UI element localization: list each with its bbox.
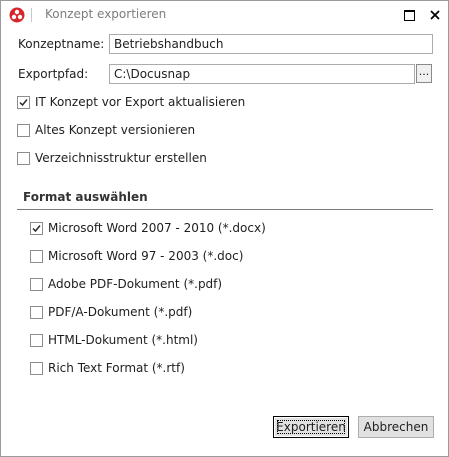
format-section-title: Format auswählen	[23, 190, 148, 204]
checkbox-label: IT Konzept vor Export aktualisieren	[35, 95, 246, 109]
checkbox-label: Microsoft Word 97 - 2003 (*.doc)	[48, 249, 244, 263]
checkbox-label: Adobe PDF-Dokument (*.pdf)	[48, 277, 223, 291]
format-doc[interactable]: Microsoft Word 97 - 2003 (*.doc)	[30, 248, 243, 264]
cancel-button-label: Abbrechen	[363, 420, 429, 434]
format-pdf[interactable]: Adobe PDF-Dokument (*.pdf)	[30, 276, 222, 292]
checkbox[interactable]	[17, 95, 30, 109]
option-directory-structure[interactable]: Verzeichnisstruktur erstellen	[17, 150, 207, 166]
concept-name-label: Konzeptname:	[18, 37, 105, 51]
checkmark-icon	[19, 98, 28, 106]
maximize-button[interactable]	[401, 7, 417, 23]
format-html[interactable]: HTML-Dokument (*.html)	[30, 332, 198, 348]
checkbox[interactable]	[30, 333, 43, 347]
export-path-input[interactable]: C:\Docusnap	[109, 64, 415, 84]
cancel-button[interactable]: Abbrechen	[358, 416, 434, 438]
export-button[interactable]: Exportieren	[273, 416, 349, 438]
checkbox[interactable]	[30, 277, 43, 291]
concept-name-input[interactable]: Betriebshandbuch	[109, 34, 433, 54]
title-separator	[31, 8, 32, 22]
browse-button[interactable]: ...	[416, 64, 432, 83]
section-divider	[17, 209, 433, 210]
format-docx[interactable]: Microsoft Word 2007 - 2010 (*.docx)	[30, 220, 266, 236]
docusnap-app-icon	[9, 7, 25, 23]
close-button[interactable]	[427, 7, 443, 23]
checkbox[interactable]	[30, 305, 43, 319]
checkbox[interactable]	[30, 221, 43, 235]
checkbox-label: HTML-Dokument (*.html)	[48, 333, 198, 347]
checkbox[interactable]	[17, 123, 30, 137]
close-icon	[430, 10, 440, 20]
checkmark-icon	[32, 224, 41, 232]
format-rtf[interactable]: Rich Text Format (*.rtf)	[30, 360, 185, 376]
maximize-icon	[403, 9, 415, 21]
checkbox-label: Rich Text Format (*.rtf)	[48, 361, 185, 375]
export-path-label: Exportpfad:	[18, 67, 89, 81]
checkbox-label: Altes Konzept versionieren	[35, 123, 196, 137]
checkbox-label: PDF/A-Dokument (*.pdf)	[48, 305, 193, 319]
checkbox[interactable]	[30, 361, 43, 375]
checkbox[interactable]	[30, 249, 43, 263]
option-update-concept[interactable]: IT Konzept vor Export aktualisieren	[17, 94, 245, 110]
export-dialog: Konzept exportieren Konzeptname: Betrieb…	[0, 0, 449, 457]
checkbox[interactable]	[17, 151, 30, 165]
format-pdfa[interactable]: PDF/A-Dokument (*.pdf)	[30, 304, 192, 320]
checkbox-label: Verzeichnisstruktur erstellen	[35, 151, 207, 165]
window-title: Konzept exportieren	[45, 7, 167, 21]
checkbox-label: Microsoft Word 2007 - 2010 (*.docx)	[48, 221, 266, 235]
export-button-label: Exportieren	[276, 420, 346, 434]
title-bar: Konzept exportieren	[1, 1, 448, 29]
option-version-concept[interactable]: Altes Konzept versionieren	[17, 122, 195, 138]
